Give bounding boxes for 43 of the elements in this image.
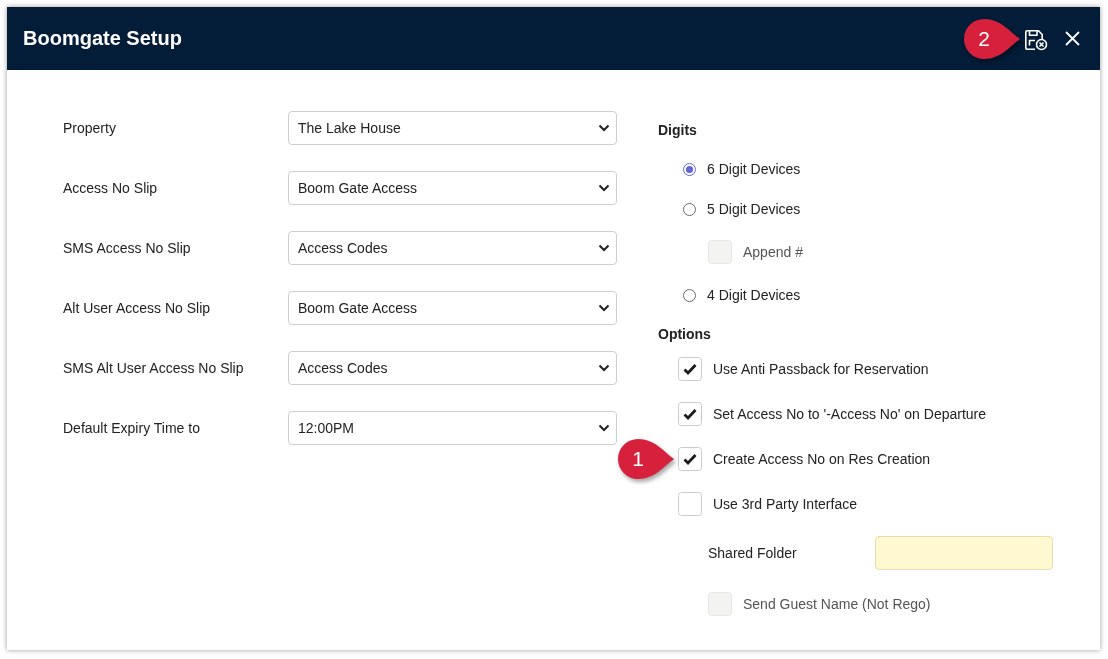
chevron-down-icon	[598, 124, 610, 132]
dropdown[interactable]: Boom Gate Access	[288, 291, 617, 325]
section-heading: Options	[658, 326, 711, 342]
checkbox-label: Append #	[743, 244, 803, 260]
dropdown[interactable]: Access Codes	[288, 231, 617, 265]
floppy-disk-icon[interactable]	[1024, 28, 1048, 51]
field-label: Shared Folder	[708, 545, 798, 561]
field-label: Access No Slip	[63, 180, 159, 196]
field-label: SMS Access No Slip	[63, 240, 192, 256]
checkbox-label: Use Anti Passback for Reservation	[713, 360, 929, 377]
checkbox-label: Set Access No to '-Access No' on Departure	[713, 405, 987, 422]
checkbox-label: Send Guest Name (Not Rego)	[743, 596, 931, 612]
checkbox-label: Create Access No on Res Creation	[713, 450, 931, 467]
checkbox-label: Use 3rd Party Interface	[713, 495, 857, 512]
callout-marker: 2	[963, 17, 1021, 60]
chevron-down-icon	[598, 244, 610, 252]
radio-label: 6 Digit Devices	[707, 161, 801, 177]
field-label: SMS Alt User Access No Slip	[63, 360, 245, 376]
callout-marker: 1	[617, 437, 675, 480]
text-field[interactable]	[875, 536, 1053, 570]
chevron-down-icon	[598, 304, 610, 312]
radio-button[interactable]	[683, 162, 696, 176]
checkbox[interactable]	[678, 401, 702, 426]
chevron-down-icon	[598, 364, 610, 372]
dropdown[interactable]: Access Codes	[288, 351, 617, 385]
chevron-down-icon	[598, 424, 610, 432]
close-icon[interactable]	[1065, 31, 1080, 46]
section-heading: Digits	[658, 122, 697, 138]
radio-label: 5 Digit Devices	[707, 201, 801, 217]
dropdown[interactable]: Boom Gate Access	[288, 171, 617, 205]
checkbox[interactable]	[678, 491, 702, 516]
checkbox[interactable]	[678, 356, 702, 381]
dropdown[interactable]: The Lake House	[288, 111, 617, 145]
radio-button[interactable]	[683, 288, 696, 302]
window-title: Boomgate Setup	[23, 27, 182, 50]
dropdown[interactable]: 12:00PM	[288, 411, 617, 445]
radio-label: 4 Digit Devices	[707, 287, 801, 303]
field-label: Property	[63, 120, 117, 136]
field-label: Alt User Access No Slip	[63, 300, 212, 316]
checkbox[interactable]	[678, 446, 702, 471]
radio-button[interactable]	[683, 202, 696, 216]
field-label: Default Expiry Time to	[63, 420, 201, 436]
chevron-down-icon	[598, 184, 610, 192]
